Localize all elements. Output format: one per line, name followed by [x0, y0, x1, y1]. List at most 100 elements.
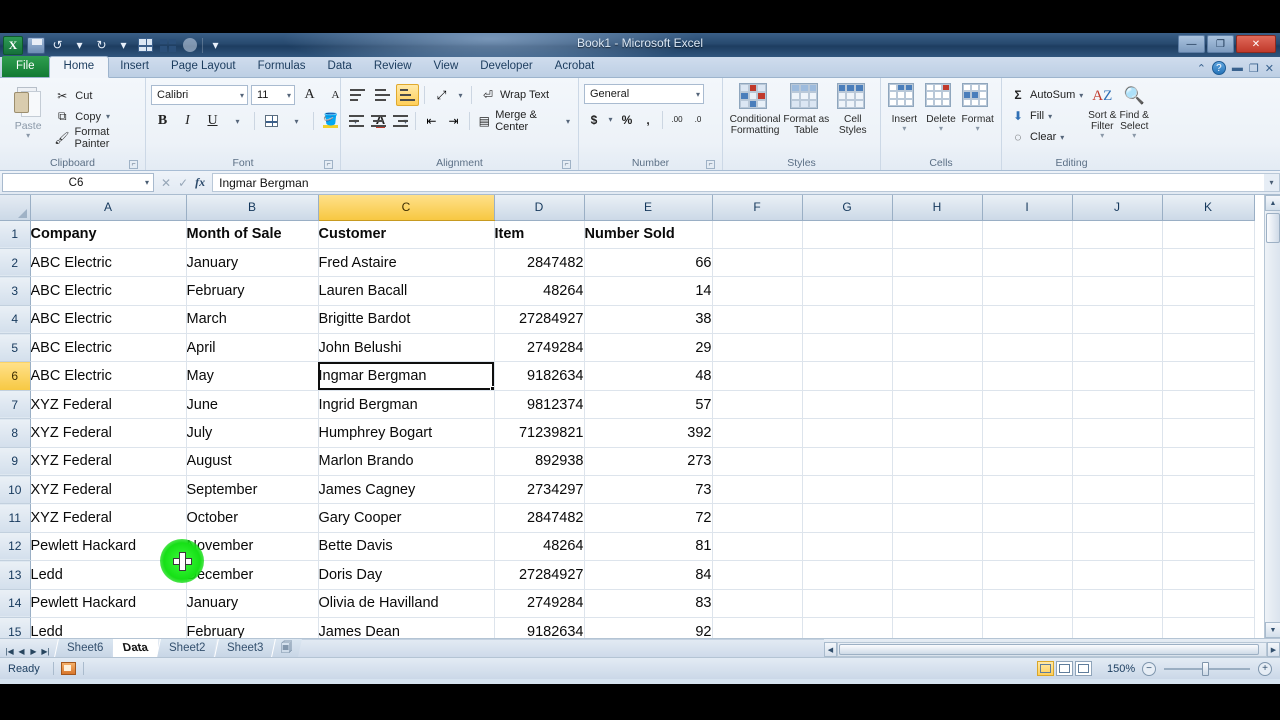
- number-format-dropdown-icon[interactable]: ▾: [692, 90, 700, 99]
- name-box-dropdown-icon[interactable]: ▾: [145, 178, 149, 187]
- cell-k15[interactable]: [1162, 617, 1255, 638]
- underline-button[interactable]: U: [201, 110, 224, 132]
- cell-d10[interactable]: 2734297: [494, 475, 585, 505]
- cell-k8[interactable]: [1162, 418, 1255, 448]
- cell-g6[interactable]: [802, 361, 893, 391]
- cell-h15[interactable]: [892, 617, 983, 638]
- cell-h10[interactable]: [892, 475, 983, 505]
- cell-e2[interactable]: 66: [584, 248, 713, 278]
- cell-e12[interactable]: 81: [584, 532, 713, 562]
- cell-g3[interactable]: [802, 276, 893, 306]
- cell-i1[interactable]: [982, 220, 1073, 249]
- percent-button[interactable]: %: [617, 109, 637, 130]
- cell-b6[interactable]: May: [186, 361, 319, 391]
- cell-d14[interactable]: 2749284: [494, 589, 585, 618]
- cell-b5[interactable]: April: [186, 333, 319, 363]
- orientation-button[interactable]: ⤢: [430, 84, 453, 106]
- row-header-10[interactable]: 10: [0, 475, 31, 505]
- format-cells-button[interactable]: Format ▾: [959, 82, 996, 133]
- cell-k3[interactable]: [1162, 276, 1255, 306]
- cell-a1[interactable]: Company: [30, 220, 187, 249]
- cell-a4[interactable]: ABC Electric: [30, 305, 187, 335]
- column-header-f[interactable]: F: [712, 195, 803, 221]
- cell-f8[interactable]: [712, 418, 803, 448]
- paste-dropdown-icon[interactable]: ▾: [26, 132, 30, 140]
- cell-f7[interactable]: [712, 390, 803, 420]
- cell-c6[interactable]: Ingmar Bergman: [318, 361, 495, 391]
- cell-g1[interactable]: [802, 220, 893, 249]
- cell-j1[interactable]: [1072, 220, 1163, 249]
- sheet-tab-sheet3[interactable]: Sheet3: [213, 639, 276, 657]
- cell-j10[interactable]: [1072, 475, 1163, 505]
- minimize-ribbon-arrow-icon[interactable]: ⌃: [1197, 62, 1206, 75]
- cell-h13[interactable]: [892, 560, 983, 590]
- cell-g10[interactable]: [802, 475, 893, 505]
- sheet-nav-buttons[interactable]: |◀ ◀ ▶ ▶|: [0, 647, 56, 657]
- cell-d1[interactable]: Item: [494, 220, 585, 249]
- cell-j6[interactable]: [1072, 361, 1163, 391]
- conditional-formatting-button[interactable]: Conditional Formatting: [728, 82, 782, 136]
- cell-c3[interactable]: Lauren Bacall: [318, 276, 495, 306]
- currency-dropdown-icon[interactable]: ▾: [605, 109, 616, 130]
- clear-button[interactable]: ◌ Clear ▾: [1007, 127, 1086, 147]
- select-all-corner[interactable]: [0, 195, 31, 221]
- cell-c8[interactable]: Humphrey Bogart: [318, 418, 495, 448]
- find-select-dropdown-icon[interactable]: ▾: [1132, 132, 1136, 140]
- merge-center-dropdown-icon[interactable]: ▾: [566, 117, 570, 126]
- sort-filter-dropdown-icon[interactable]: ▾: [1100, 132, 1104, 140]
- cell-a3[interactable]: ABC Electric: [30, 276, 187, 306]
- cell-i7[interactable]: [982, 390, 1073, 420]
- align-left-button[interactable]: [346, 110, 366, 132]
- cell-j14[interactable]: [1072, 589, 1163, 618]
- scroll-right-button[interactable]: ▶: [1267, 642, 1280, 657]
- window-controls[interactable]: — ❐ ✕: [1178, 35, 1276, 53]
- cell-k14[interactable]: [1162, 589, 1255, 618]
- delete-cells-dropdown-icon[interactable]: ▾: [939, 125, 943, 133]
- cell-j9[interactable]: [1072, 447, 1163, 477]
- cell-k11[interactable]: [1162, 503, 1255, 533]
- cell-f10[interactable]: [712, 475, 803, 505]
- font-name-combo[interactable]: Calibri ▾: [151, 85, 248, 105]
- cell-i15[interactable]: [982, 617, 1073, 638]
- cell-e7[interactable]: 57: [584, 390, 713, 420]
- cell-d3[interactable]: 48264: [494, 276, 585, 306]
- format-painter-button[interactable]: 🖌 Format Painter: [51, 126, 140, 150]
- cell-b3[interactable]: February: [186, 276, 319, 306]
- cell-i8[interactable]: [982, 418, 1073, 448]
- cell-c1[interactable]: Customer: [318, 220, 495, 249]
- cell-d9[interactable]: 892938: [494, 447, 585, 477]
- vertical-scroll-thumb[interactable]: [1266, 213, 1280, 243]
- cell-j3[interactable]: [1072, 276, 1163, 306]
- cell-c15[interactable]: James Dean: [318, 617, 495, 638]
- fill-color-button[interactable]: 🪣: [319, 110, 342, 132]
- row-header-15[interactable]: 15: [0, 617, 31, 638]
- cell-j12[interactable]: [1072, 532, 1163, 562]
- insert-function-icon[interactable]: fx: [195, 175, 205, 190]
- cell-c2[interactable]: Fred Astaire: [318, 248, 495, 278]
- cell-j4[interactable]: [1072, 305, 1163, 335]
- cell-c4[interactable]: Brigitte Bardot: [318, 305, 495, 335]
- zoom-in-button[interactable]: +: [1258, 661, 1272, 676]
- cell-f3[interactable]: [712, 276, 803, 306]
- worksheet-grid[interactable]: A B C D E F G H I J K 1 Company Month of…: [0, 195, 1280, 638]
- cell-d2[interactable]: 2847482: [494, 248, 585, 278]
- sort-filter-button[interactable]: AZ Sort & Filter ▾: [1086, 82, 1118, 140]
- cell-f1[interactable]: [712, 220, 803, 249]
- number-dialog-launcher[interactable]: ⌐: [706, 160, 715, 169]
- decrease-decimal-button[interactable]: .0: [688, 109, 708, 130]
- cell-k13[interactable]: [1162, 560, 1255, 590]
- cell-d13[interactable]: 27284927: [494, 560, 585, 590]
- tab-home[interactable]: Home: [48, 56, 110, 78]
- cell-d11[interactable]: 2847482: [494, 503, 585, 533]
- cell-f4[interactable]: [712, 305, 803, 335]
- cell-e6[interactable]: 48: [584, 361, 713, 391]
- cell-k9[interactable]: [1162, 447, 1255, 477]
- cell-a14[interactable]: Pewlett Hackard: [30, 589, 187, 618]
- cell-d6[interactable]: 9182634: [494, 361, 585, 391]
- cell-i2[interactable]: [982, 248, 1073, 278]
- cell-d4[interactable]: 27284927: [494, 305, 585, 335]
- cell-d7[interactable]: 9812374: [494, 390, 585, 420]
- format-as-table-button[interactable]: Format as Table: [782, 82, 830, 136]
- cell-i5[interactable]: [982, 333, 1073, 363]
- normal-view-button[interactable]: [1037, 661, 1054, 676]
